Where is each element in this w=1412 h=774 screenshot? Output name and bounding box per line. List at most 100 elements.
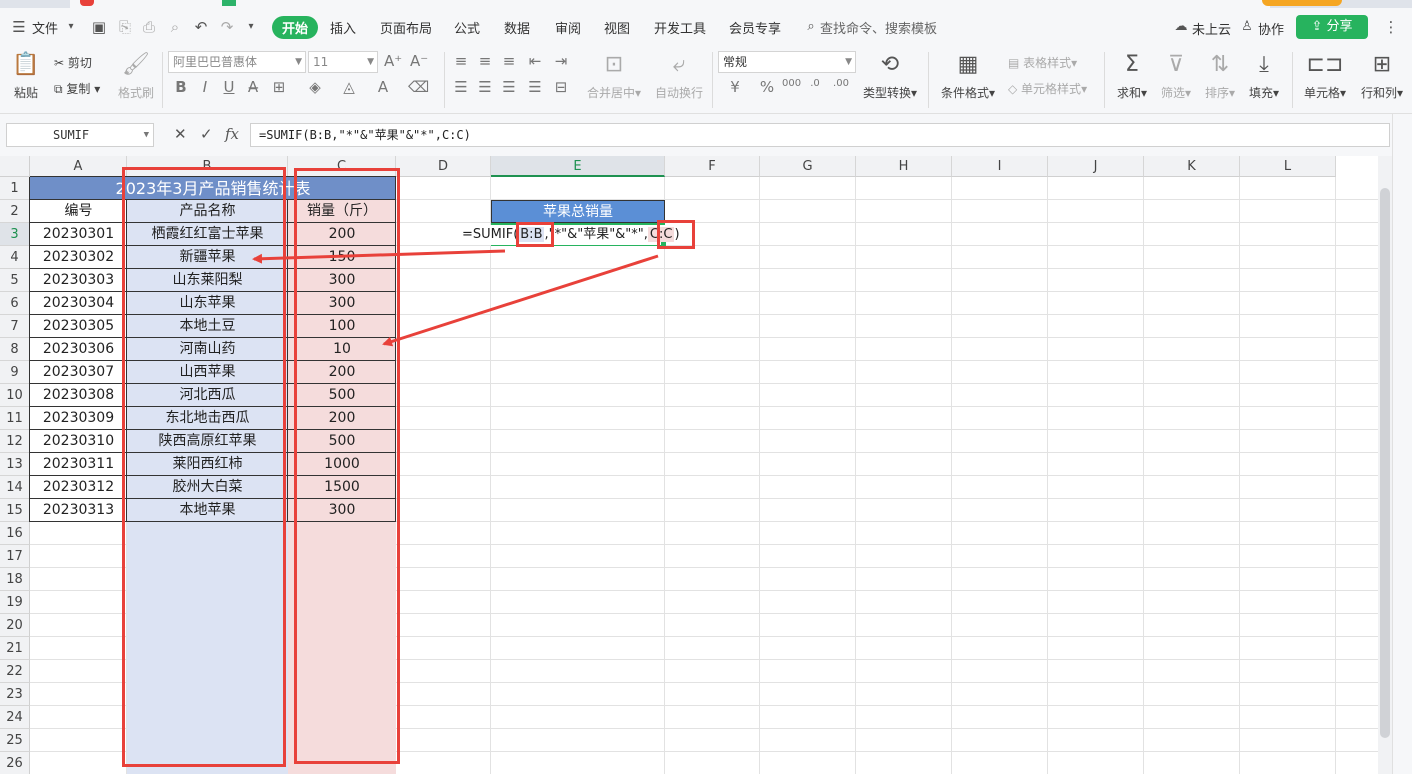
hamburger-icon[interactable]: ☰ (10, 18, 28, 36)
share-button[interactable]: ⇪ 分享 (1296, 15, 1368, 39)
export-icon[interactable]: ⎘ (116, 18, 134, 36)
row-header-14[interactable]: 14 (0, 476, 30, 499)
row-header-7[interactable]: 7 (0, 315, 30, 338)
row-header-26[interactable]: 26 (0, 752, 30, 774)
table-cell[interactable]: 20230311 (30, 453, 127, 476)
row-header-22[interactable]: 22 (0, 660, 30, 683)
row-column-button[interactable]: ⊞ 行和列▾ (1358, 52, 1406, 101)
command-search[interactable]: 查找命令、搜索模板 (820, 18, 937, 37)
table-cell[interactable]: 20230307 (30, 361, 127, 384)
column-header-k[interactable]: K (1144, 156, 1240, 177)
column-header-i[interactable]: I (952, 156, 1048, 177)
align-top-icon[interactable]: ≡ (452, 52, 470, 70)
type-convert-button[interactable]: ⟲ 类型转换▾ (860, 52, 920, 101)
increase-font-icon[interactable]: A⁺ (384, 52, 402, 70)
italic-icon[interactable]: I (196, 78, 214, 96)
column-header-g[interactable]: G (760, 156, 856, 177)
outdent-icon[interactable]: ⇤ (526, 52, 544, 70)
row-header-19[interactable]: 19 (0, 591, 30, 614)
sort-button[interactable]: ⇅ 排序▾ (1202, 52, 1238, 101)
decrease-decimal-icon[interactable]: .00 (832, 78, 850, 89)
scroll-thumb[interactable] (1380, 188, 1390, 738)
row-header-18[interactable]: 18 (0, 568, 30, 591)
row-header-23[interactable]: 23 (0, 683, 30, 706)
row-header-2[interactable]: 2 (0, 200, 30, 223)
table-cell[interactable]: 20230304 (30, 292, 127, 315)
thousands-icon[interactable]: 000 (782, 78, 801, 89)
format-painter-button[interactable]: 🖌 格式刷 (114, 52, 158, 101)
undo-icon[interactable]: ↶ (192, 18, 210, 36)
side-panel[interactable] (1392, 114, 1412, 774)
tab-developer[interactable]: 开发工具 (654, 18, 706, 37)
more-options-icon[interactable]: ⋮ (1382, 18, 1400, 36)
row-header-4[interactable]: 4 (0, 246, 30, 269)
column-header-d[interactable]: D (396, 156, 491, 177)
column-header-f[interactable]: F (665, 156, 760, 177)
cancel-icon[interactable]: ✕ (174, 125, 187, 143)
row-header-25[interactable]: 25 (0, 729, 30, 752)
redo-icon[interactable]: ↷ (218, 18, 236, 36)
column-header-a[interactable]: A (30, 156, 127, 177)
wrap-text-button[interactable]: ⤶ 自动换行 (652, 52, 706, 101)
table-cell[interactable]: 20230302 (30, 246, 127, 269)
align-middle-icon[interactable]: ≡ (476, 52, 494, 70)
row-header-9[interactable]: 9 (0, 361, 30, 384)
fill-color-icon[interactable]: ◈ (306, 78, 324, 96)
tab-insert[interactable]: 插入 (330, 18, 356, 37)
spreadsheet-grid[interactable]: ABCDEFGHIJKL 1 2 3 4 5 6 7 8 9 10 11 12 13 14 15 16 17 18… (0, 156, 1378, 774)
currency-icon[interactable]: ¥ (726, 78, 744, 96)
increase-decimal-icon[interactable]: .0 (806, 78, 824, 89)
number-format-select[interactable]: 常规 ▼ (718, 51, 856, 73)
collaborate-button[interactable]: 协作 (1258, 19, 1284, 38)
distribute-icon[interactable]: ⊟ (552, 78, 570, 96)
cell-style-button[interactable]: ◇ 单元格样式▾ (1008, 80, 1087, 97)
row-header-1[interactable]: 1 (0, 177, 30, 200)
member-badge[interactable] (1262, 0, 1342, 6)
autosum-button[interactable]: Σ 求和▾ (1114, 52, 1150, 101)
filter-button[interactable]: ⊽ 筛选▾ (1158, 52, 1194, 101)
font-size-select[interactable]: 11 ▼ (308, 51, 378, 73)
row-header-5[interactable]: 5 (0, 269, 30, 292)
table-cell[interactable]: 20230308 (30, 384, 127, 407)
indent-icon[interactable]: ⇥ (552, 52, 570, 70)
align-left-icon[interactable]: ☰ (452, 78, 470, 96)
preview-icon[interactable]: ⌕ (166, 18, 184, 36)
table-cell[interactable]: 20230306 (30, 338, 127, 361)
table-cell[interactable]: 20230312 (30, 476, 127, 499)
justify-icon[interactable]: ☰ (526, 78, 544, 96)
table-cell[interactable]: 20230303 (30, 269, 127, 292)
fill-button[interactable]: ⤓ 填充▾ (1246, 52, 1282, 101)
active-document-tab[interactable] (70, 0, 1270, 8)
confirm-icon[interactable]: ✓ (200, 125, 213, 143)
row-header-11[interactable]: 11 (0, 407, 30, 430)
vertical-scrollbar[interactable] (1378, 156, 1392, 774)
strikethrough-icon[interactable]: A̶ (244, 78, 262, 96)
table-cell[interactable]: 20230313 (30, 499, 127, 522)
tab-home[interactable]: 开始 (272, 16, 319, 39)
conditional-format-button[interactable]: ▦ 条件格式▾ (938, 52, 998, 101)
row-header-12[interactable]: 12 (0, 430, 30, 453)
row-header-24[interactable]: 24 (0, 706, 30, 729)
save-icon[interactable]: ▣ (90, 18, 108, 36)
cell-button[interactable]: ⊏⊐ 单元格▾ (1302, 52, 1348, 101)
table-cell[interactable]: 20230301 (30, 223, 127, 246)
tab-page-layout[interactable]: 页面布局 (380, 18, 432, 37)
font-name-select[interactable]: 阿里巴巴普惠体 ▼ (168, 51, 306, 73)
cloud-status[interactable]: 未上云 (1192, 19, 1231, 38)
tab-review[interactable]: 审阅 (555, 18, 581, 37)
underline-icon[interactable]: U (220, 78, 238, 96)
row-header-13[interactable]: 13 (0, 453, 30, 476)
tab-view[interactable]: 视图 (604, 18, 630, 37)
name-box[interactable]: SUMIF ▼ (6, 123, 154, 147)
cut-button[interactable]: ✂ 剪切 (54, 54, 92, 71)
row-header-21[interactable]: 21 (0, 637, 30, 660)
table-style-button[interactable]: ▤ 表格样式▾ (1008, 54, 1077, 71)
row-header-15[interactable]: 15 (0, 499, 30, 522)
align-center-icon[interactable]: ☰ (476, 78, 494, 96)
tab-data[interactable]: 数据 (504, 18, 530, 37)
column-header-j[interactable]: J (1048, 156, 1144, 177)
quick-access-more-icon[interactable]: ▾ (242, 18, 260, 36)
row-header-8[interactable]: 8 (0, 338, 30, 361)
cell-editor[interactable]: =SUMIF(B:B ,"*"&"苹果"&"*", C:C) (462, 225, 684, 245)
function-icon[interactable]: fx (225, 125, 239, 143)
